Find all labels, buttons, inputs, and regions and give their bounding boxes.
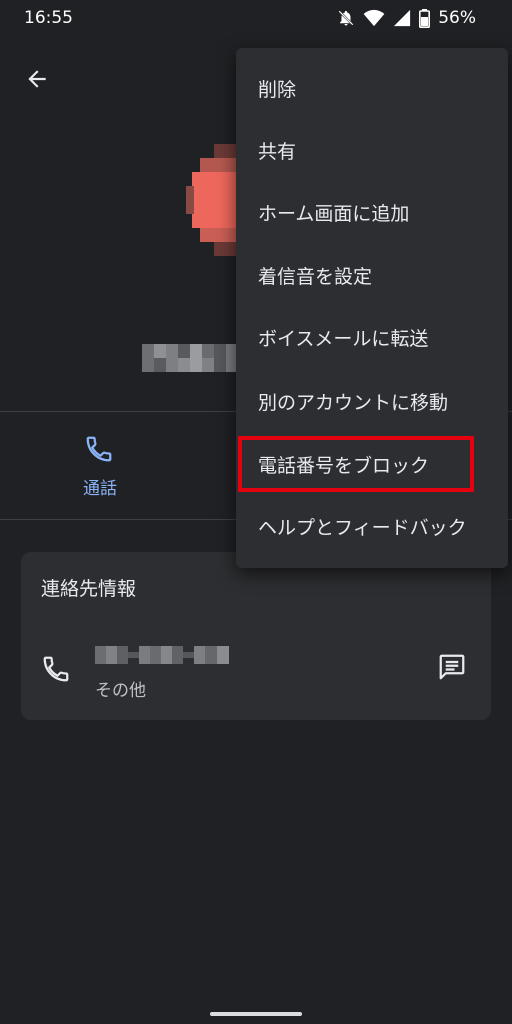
call-label: 通話 [83,479,117,499]
status-icons: 56% [337,8,476,28]
call-button[interactable]: 通話 [62,428,138,500]
back-button[interactable] [20,62,54,96]
contact-info-card: 連絡先情報 その他 [21,552,491,720]
wifi-icon [363,9,385,27]
gesture-nav-handle[interactable] [210,1012,302,1016]
menu-item-route-to-voicemail[interactable]: ボイスメールに転送 [236,306,508,368]
battery-percent: 56% [438,8,476,28]
phone-icon [41,654,73,686]
contact-detail-screen: 16:55 56% 通話 連絡先情報 その他 削除 共有 ホーム画面に追加 着信… [0,0,512,1024]
status-time: 16:55 [24,8,73,28]
arrow-back-icon [28,70,46,88]
highlight-box [238,436,474,492]
phone-type-label: その他 [95,681,146,701]
menu-item-share[interactable]: 共有 [236,119,508,181]
menu-item-set-ringtone[interactable]: 着信音を設定 [236,244,508,306]
phone-number-blurred[interactable] [95,644,229,666]
message-icon[interactable] [437,652,471,686]
contact-info-title: 連絡先情報 [41,578,137,600]
menu-item-delete[interactable]: 削除 [236,57,508,119]
phone-icon [84,434,114,464]
cell-signal-icon [393,9,411,27]
menu-item-add-to-home[interactable]: ホーム画面に追加 [236,181,508,243]
avatar [186,144,242,256]
notifications-off-icon [337,8,355,28]
menu-item-help-feedback[interactable]: ヘルプとフィードバック [236,495,508,557]
menu-item-move-account[interactable]: 別のアカウントに移動 [236,370,508,432]
battery-icon [419,8,431,28]
contact-name-blurred [142,340,238,376]
status-bar: 16:55 56% [0,0,512,38]
